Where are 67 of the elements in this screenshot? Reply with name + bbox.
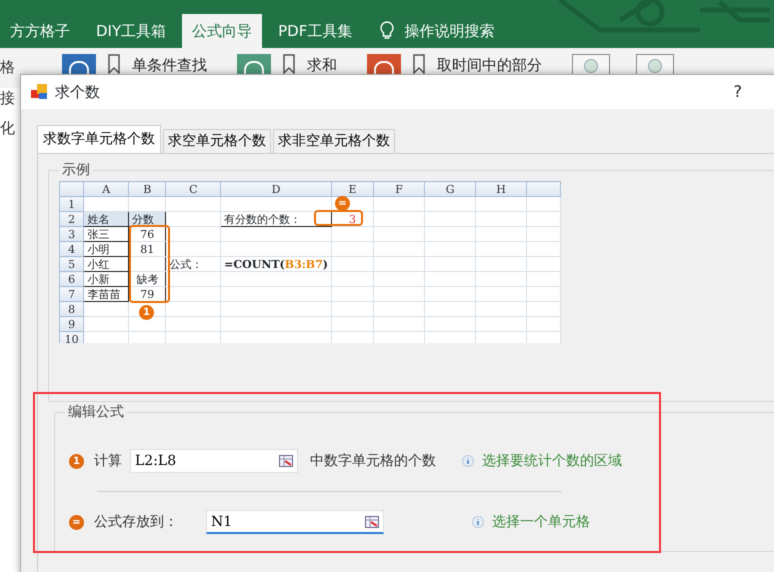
window-title: 求个数 [55, 82, 101, 103]
ribbon-tab[interactable]: PDF工具集 [268, 14, 362, 48]
lightbulb-icon[interactable] [380, 21, 394, 41]
highlight-outline [314, 210, 363, 226]
row-header: 2 [60, 212, 84, 226]
table-cell: 小新 [84, 272, 129, 286]
table-cell: 小明 [84, 242, 129, 256]
column-header: C [166, 182, 221, 196]
table-cell: 缺考 [128, 272, 166, 286]
bookmark-icon [108, 54, 120, 74]
table-cell: 81 [128, 242, 166, 256]
info-icon [462, 455, 474, 467]
bookmark-icon [413, 54, 425, 74]
column-header: B [128, 182, 166, 196]
range-input-field[interactable]: N1 [206, 510, 384, 534]
table-cell: 公式： [166, 256, 221, 272]
row-header: 4 [60, 242, 84, 256]
row-header: 10 [60, 332, 84, 343]
sheet-label: 格 [0, 57, 16, 78]
row-header: 9 [60, 316, 84, 332]
hint-text: 选择一个单元格 [492, 512, 590, 532]
table-cell: 姓名 [84, 212, 129, 226]
table-cell: 张三 [84, 226, 129, 242]
column-header: H [476, 182, 526, 196]
dialog-tab[interactable]: 求数字单元格个数 [37, 125, 161, 153]
field-label: 公式存放到： [94, 512, 178, 532]
step-marker: 1 [69, 454, 84, 468]
row-header: 6 [60, 272, 84, 286]
row-header: 3 [60, 226, 84, 242]
step-marker: 1 [139, 305, 154, 320]
step-marker: = [69, 514, 84, 530]
hint-text: 选择要统计个数的区域 [482, 452, 622, 470]
step-marker: = [335, 196, 350, 211]
table-cell: 小红 [84, 256, 129, 272]
row-header: 8 [60, 302, 84, 316]
ribbon-tab[interactable]: 公式向导 [182, 14, 262, 48]
ribbon-tab[interactable]: 方方格子 [0, 14, 80, 48]
row-header: 1 [60, 196, 84, 212]
column-header: D [220, 182, 332, 196]
sheet-label: 化 [0, 118, 16, 139]
search-label[interactable]: 操作说明搜索 [404, 20, 494, 42]
range-input-field[interactable]: L2:L8 [130, 449, 298, 473]
table-cell: 有分数的个数： [220, 212, 332, 226]
field-label: 中数字单元格的个数 [310, 452, 436, 470]
row-header: 7 [60, 286, 84, 302]
formula-text: =COUNT(B3:B7) [220, 256, 332, 272]
app-icon [31, 84, 49, 100]
circle-icon [584, 59, 598, 73]
dialog-tab[interactable]: 求非空单元格个数 [273, 129, 395, 153]
table-cell: 79 [128, 286, 166, 302]
sheet-label: 接 [0, 88, 16, 108]
column-header: E [331, 182, 374, 196]
dialog-tab[interactable]: 求空单元格个数 [163, 129, 271, 153]
range-picker-icon[interactable] [279, 455, 293, 467]
table-cell: 3 [331, 212, 374, 226]
bookmark-icon [283, 54, 295, 74]
ribbon-tab[interactable]: DIY工具箱 [86, 14, 176, 48]
help-button[interactable]: ? [732, 79, 743, 105]
column-header: G [424, 182, 476, 196]
info-icon [472, 516, 484, 528]
field-label: 计算 [94, 452, 122, 470]
row-header: 5 [60, 256, 84, 272]
column-header: F [374, 182, 425, 196]
table-cell: 李苗苗 [84, 286, 129, 302]
range-picker-icon[interactable] [365, 516, 379, 528]
column-header: A [84, 182, 129, 196]
circle-icon [648, 59, 662, 73]
